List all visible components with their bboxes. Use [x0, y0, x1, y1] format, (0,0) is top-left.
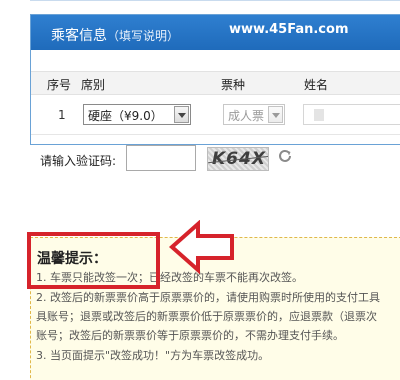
captcha-image[interactable]: K64X [207, 147, 269, 171]
ticket-type-value: 成人票 [228, 109, 265, 123]
table-row: 1 硬座（¥9.0） 成人票 [31, 95, 400, 135]
col-header-index: 序号 [47, 78, 72, 92]
panel-title-text: 乘客信息 [51, 28, 107, 44]
redacted-name [314, 109, 324, 121]
seat-select[interactable]: 硬座（¥9.0） [83, 104, 191, 125]
table-header: 序号 席别 票种 姓名 [31, 71, 400, 95]
chevron-down-icon[interactable] [268, 106, 283, 123]
tip-item: 2. 改签后的新票票价高于原票票价的，请使用购票时所使用的支付工具 [36, 291, 380, 304]
passenger-info-panel: 乘客信息（填写说明） www.45Fan.com 序号 席别 票种 姓名 1 硬… [30, 14, 400, 145]
col-header-ticket-type: 票种 [221, 78, 246, 92]
tip-item: 具账号；退票或改签后的新票票价低于原票票价的，应退票款（退票次 [36, 310, 377, 323]
refresh-icon[interactable] [276, 147, 294, 165]
panel-title: 乘客信息（填写说明） [51, 25, 179, 45]
annotation-highlight-box [27, 232, 160, 289]
watermark: www.45Fan.com [229, 22, 349, 37]
chevron-down-icon[interactable] [174, 106, 189, 123]
seat-select-value: 硬座（¥9.0） [88, 109, 163, 123]
ticket-type-select[interactable]: 成人票 [223, 104, 285, 125]
top-divider [30, 0, 400, 4]
tip-item: 3. 当页面提示"改签成功！"方为车票改签成功。 [36, 349, 270, 362]
col-header-name: 姓名 [304, 78, 329, 92]
col-header-seat: 席别 [81, 78, 106, 92]
captcha-input[interactable] [126, 145, 196, 171]
row-index: 1 [58, 108, 66, 122]
fill-instructions-link[interactable]: （填写说明） [107, 29, 179, 43]
captcha-code: K64X [212, 149, 266, 169]
captcha-label: 请输入验证码: [40, 154, 117, 168]
panel-header: 乘客信息（填写说明） www.45Fan.com [31, 15, 400, 50]
tip-item: 账号；改签后的新票票价等于原票票价的，不需办理支付手续。 [36, 329, 344, 342]
annotation-arrow-icon [168, 220, 234, 274]
passenger-name-field[interactable] [303, 104, 400, 125]
